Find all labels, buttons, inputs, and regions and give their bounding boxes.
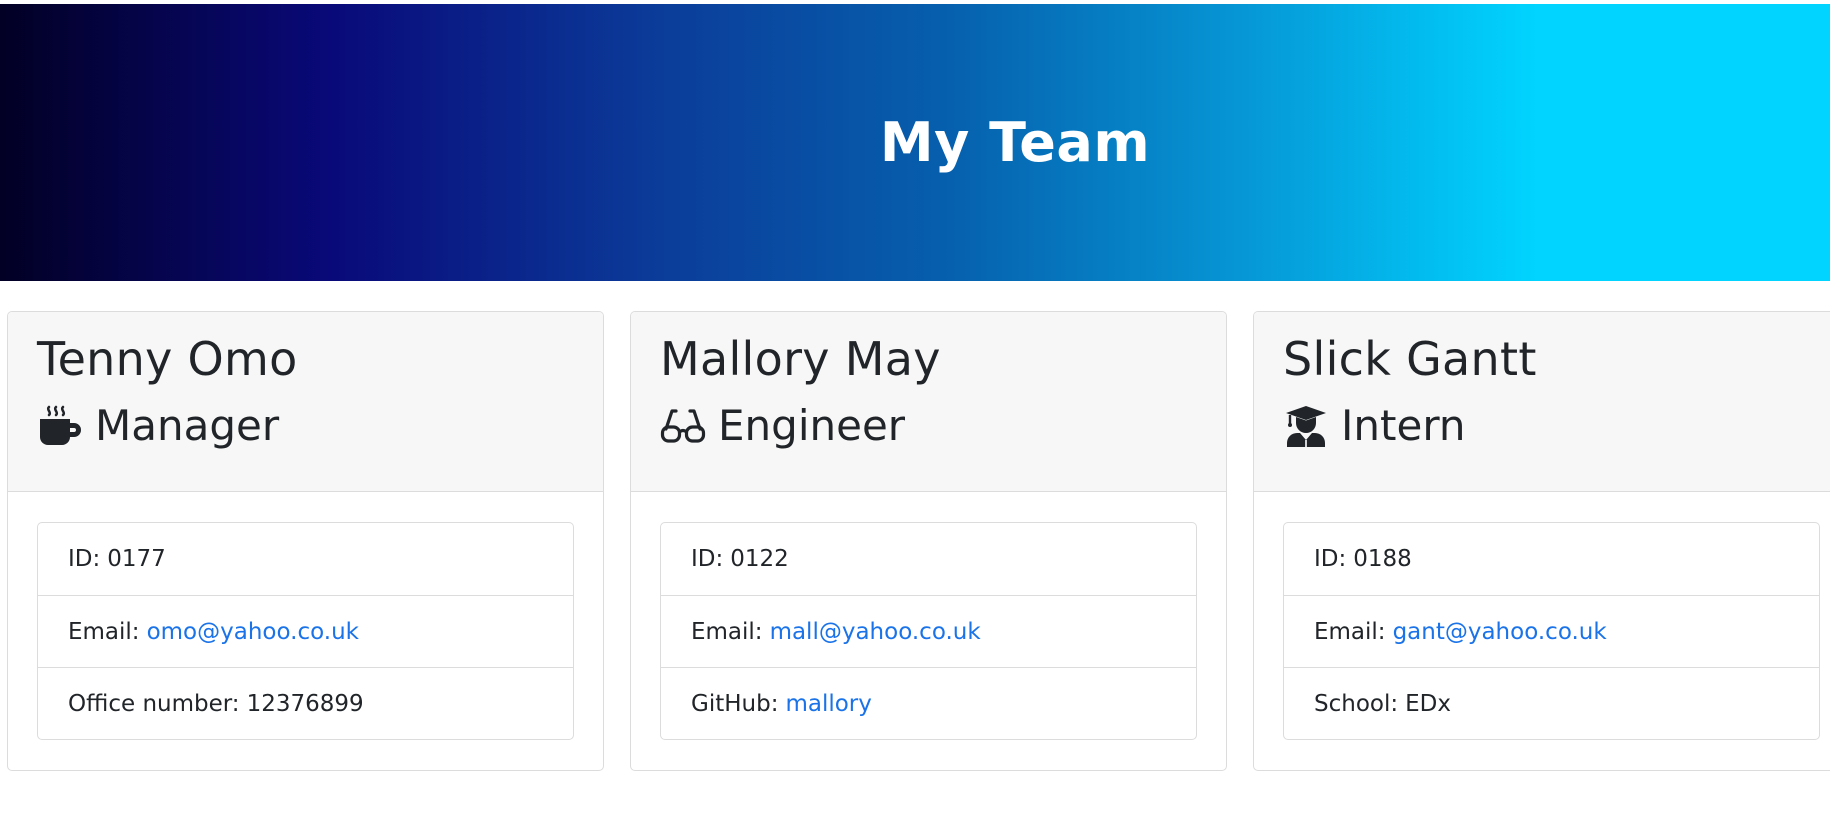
employee-role: Engineer — [660, 403, 1226, 449]
employee-details-list: ID: 0177 Email: omo@yahoo.co.uk Office n… — [37, 522, 574, 740]
page-title: My Team — [879, 111, 1151, 174]
school-label: School: — [1314, 690, 1399, 717]
id-value: 0177 — [107, 546, 166, 572]
employee-role-label: Manager — [95, 401, 280, 451]
card-body: ID: 0177 Email: omo@yahoo.co.uk Office n… — [8, 492, 603, 740]
card-body: ID: 0188 Email: gant@yahoo.co.uk School:… — [1254, 492, 1830, 740]
employee-role: Manager — [37, 403, 603, 449]
employee-office-number-item: Office number: 12376899 — [38, 667, 573, 739]
id-value: 0188 — [1353, 546, 1412, 572]
office-number-value: 12376899 — [246, 690, 364, 717]
card-header: Mallory May Engineer — [631, 312, 1226, 492]
employee-role-label: Intern — [1341, 401, 1466, 451]
employee-email-item: Email: gant@yahoo.co.uk — [1284, 595, 1819, 667]
graduate-icon — [1283, 403, 1329, 449]
email-label: Email: — [1314, 618, 1386, 645]
employee-id-item: ID: 0177 — [38, 523, 573, 595]
employee-card-manager: Tenny Omo Manager ID: 0177 Email: omo@ya… — [7, 311, 604, 771]
card-body: ID: 0122 Email: mall@yahoo.co.uk GitHub:… — [631, 492, 1226, 740]
employee-role: Intern — [1283, 403, 1830, 449]
email-label: Email: — [68, 618, 140, 645]
employee-name: Mallory May — [660, 332, 941, 386]
glasses-icon — [660, 403, 706, 449]
employee-school-item: School: EDx — [1284, 667, 1819, 739]
employee-details-list: ID: 0188 Email: gant@yahoo.co.uk School:… — [1283, 522, 1820, 740]
employee-github-item: GitHub: mallory — [661, 667, 1196, 739]
employee-role-label: Engineer — [718, 401, 906, 451]
page-banner: My Team — [0, 4, 1830, 281]
card-header: Slick Gantt Intern — [1254, 312, 1830, 492]
school-value: EDx — [1405, 690, 1451, 717]
email-link[interactable]: gant@yahoo.co.uk — [1393, 619, 1607, 645]
office-number-label: Office number: — [68, 690, 240, 717]
email-link[interactable]: omo@yahoo.co.uk — [147, 619, 359, 645]
employee-email-item: Email: omo@yahoo.co.uk — [38, 595, 573, 667]
employee-card-engineer: Mallory May Engineer ID: 0122 Email: mal… — [630, 311, 1227, 771]
employee-id-item: ID: 0188 — [1284, 523, 1819, 595]
id-value: 0122 — [730, 546, 789, 572]
coffee-mug-icon — [37, 403, 83, 449]
id-label: ID: — [1314, 546, 1347, 572]
employee-card-intern: Slick Gantt Intern ID: 0188 Email: gant@… — [1253, 311, 1830, 771]
employee-name: Tenny Omo — [37, 332, 298, 386]
github-link[interactable]: mallory — [785, 691, 871, 717]
employee-details-list: ID: 0122 Email: mall@yahoo.co.uk GitHub:… — [660, 522, 1197, 740]
email-label: Email: — [691, 618, 763, 645]
id-label: ID: — [691, 546, 724, 572]
employee-id-item: ID: 0122 — [661, 523, 1196, 595]
github-label: GitHub: — [691, 690, 779, 717]
employee-name: Slick Gantt — [1283, 332, 1537, 386]
email-link[interactable]: mall@yahoo.co.uk — [770, 619, 981, 645]
card-header: Tenny Omo Manager — [8, 312, 603, 492]
id-label: ID: — [68, 546, 101, 572]
employee-email-item: Email: mall@yahoo.co.uk — [661, 595, 1196, 667]
